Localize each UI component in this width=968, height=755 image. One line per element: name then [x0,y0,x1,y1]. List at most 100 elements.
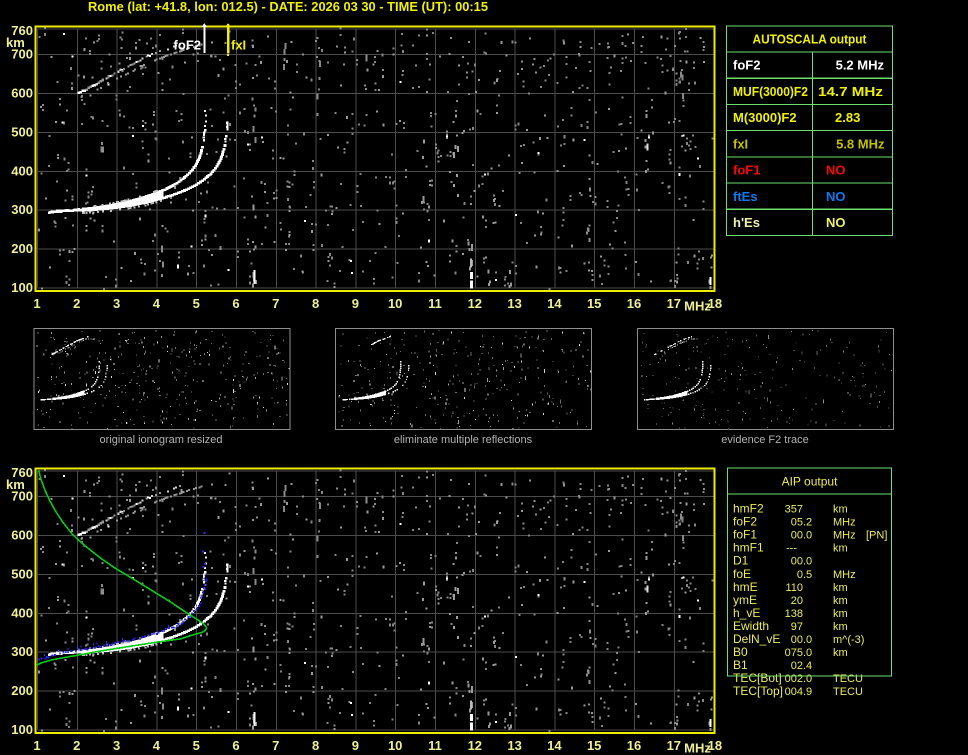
svg-text:NO: NO [826,189,846,204]
svg-text:2: 2 [73,738,80,753]
svg-text:MUF(3000)F2: MUF(3000)F2 [733,84,808,99]
svg-text:16: 16 [627,296,641,311]
svg-text:10: 10 [388,296,402,311]
svg-text:300: 300 [11,644,33,659]
svg-text:13: 13 [507,738,521,753]
svg-text:002: 002 [785,673,803,685]
svg-text:7: 7 [272,738,279,753]
svg-text:h'Es: h'Es [733,215,760,230]
svg-text:hmF2: hmF2 [733,502,764,516]
svg-text:3: 3 [113,738,120,753]
svg-text:.4: .4 [803,660,812,672]
svg-text:B1: B1 [733,658,748,672]
svg-text:MHz: MHz [833,517,856,529]
svg-text:16: 16 [627,738,641,753]
svg-text:02: 02 [791,660,803,672]
svg-text:5: 5 [193,738,200,753]
svg-text:km: km [833,608,848,620]
svg-text:075: 075 [785,647,803,659]
svg-text:00: 00 [791,634,803,646]
svg-text:5.2 MHz: 5.2 MHz [836,58,885,73]
svg-text:MHz: MHz [684,741,711,755]
svg-text:1: 1 [33,738,40,753]
svg-text:.0: .0 [803,530,812,542]
svg-text:400: 400 [11,163,33,178]
svg-text:km: km [833,582,848,594]
svg-text:20: 20 [791,595,803,607]
svg-text:m^(-3): m^(-3) [833,634,864,646]
svg-text:hmE: hmE [733,580,758,594]
svg-text:2.83: 2.83 [835,110,860,125]
svg-text:MHz: MHz [833,569,856,581]
svg-text:5.8 MHz: 5.8 MHz [836,136,885,151]
svg-text:MHz: MHz [684,299,711,314]
svg-text:14: 14 [547,296,562,311]
svg-text:8: 8 [312,296,319,311]
svg-text:original ionogram resized: original ionogram resized [100,434,223,446]
svg-text:foF2: foF2 [733,515,757,529]
svg-text:2: 2 [73,296,80,311]
svg-text:3: 3 [113,296,120,311]
svg-text:100: 100 [11,722,33,737]
svg-text:9: 9 [352,296,359,311]
svg-text:300: 300 [11,202,33,217]
svg-text:14.7 MHz: 14.7 MHz [818,84,884,99]
svg-text:MHz: MHz [833,530,856,542]
svg-text:eliminate multiple reflections: eliminate multiple reflections [394,434,533,446]
svg-text:7: 7 [272,296,279,311]
svg-text:4: 4 [153,738,161,753]
svg-text:13: 13 [507,296,521,311]
svg-text:km: km [6,35,25,50]
svg-text:200: 200 [11,683,33,698]
svg-text:138: 138 [785,608,803,620]
svg-text:6: 6 [232,738,239,753]
svg-text:97: 97 [791,621,803,633]
svg-text:---: --- [786,543,797,555]
svg-text:10: 10 [388,738,402,753]
svg-text:M(3000)F2: M(3000)F2 [733,110,797,125]
svg-text:fxI: fxI [231,38,246,53]
svg-text:km: km [833,595,848,607]
svg-text:.2: .2 [803,517,812,529]
svg-text:TECU: TECU [833,673,863,685]
svg-text:004: 004 [785,686,803,698]
svg-text:14: 14 [547,738,562,753]
svg-text:Rome (lat: +41.8, lon: 012.5): Rome (lat: +41.8, lon: 012.5) - DATE: 20… [88,0,488,14]
svg-text:17: 17 [667,738,681,753]
svg-text:foF1: foF1 [733,163,760,178]
svg-text:km: km [833,543,848,555]
svg-text:.5: .5 [803,569,812,581]
svg-text:5: 5 [193,296,200,311]
svg-text:foF2: foF2 [174,38,201,53]
svg-text:NO: NO [826,215,846,230]
svg-text:km: km [833,621,848,633]
svg-text:15: 15 [587,296,601,311]
svg-text:4: 4 [153,296,161,311]
svg-text:100: 100 [11,280,33,295]
svg-text:11: 11 [428,738,442,753]
svg-text:6: 6 [232,296,239,311]
svg-text:km: km [833,647,848,659]
svg-text:.0: .0 [803,673,812,685]
svg-text:.0: .0 [803,556,812,568]
svg-text:600: 600 [11,527,33,542]
svg-text:DelN_vE: DelN_vE [733,632,780,646]
svg-text:110: 110 [785,582,803,594]
svg-text:[PN]: [PN] [866,530,887,542]
svg-text:TEC[Top]: TEC[Top] [733,684,783,698]
svg-text:ymE: ymE [733,593,757,607]
svg-text:km: km [6,477,25,492]
svg-text:.9: .9 [803,686,812,698]
svg-text:evidence F2 trace: evidence F2 trace [721,434,808,446]
svg-text:AIP output: AIP output [782,475,838,489]
svg-text:TECU: TECU [833,686,863,698]
svg-text:ftEs: ftEs [733,189,758,204]
svg-text:NO: NO [826,163,846,178]
svg-text:h_vE: h_vE [733,606,760,620]
svg-text:9: 9 [352,738,359,753]
svg-text:TEC[Bot]: TEC[Bot] [733,671,782,685]
svg-text:00: 00 [791,556,803,568]
svg-text:hmF1: hmF1 [733,541,764,555]
svg-text:11: 11 [428,296,442,311]
svg-text:Ewidth: Ewidth [733,619,769,633]
